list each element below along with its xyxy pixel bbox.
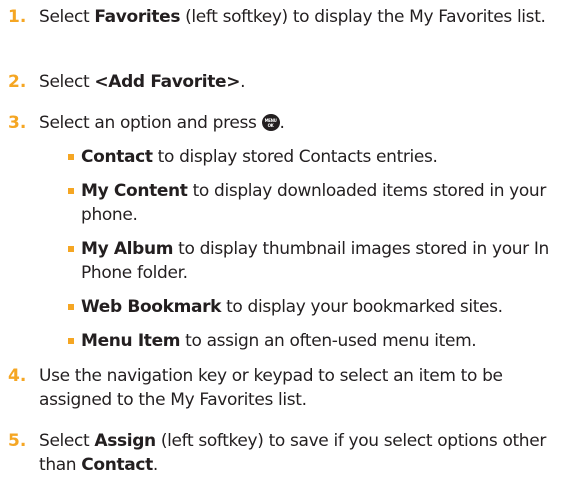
menu-ok-key-icon: MENU OK xyxy=(261,114,280,131)
option-text: Contact to display stored Contacts entri… xyxy=(81,147,438,167)
option-text: Menu Item to assign an often-used menu i… xyxy=(81,331,477,351)
step-text: Select Favorites (left softkey) to displ… xyxy=(39,7,546,27)
step-text: Select an option and press MENU OK. xyxy=(39,113,285,133)
step-number: 3. xyxy=(8,113,27,133)
bullet-marker xyxy=(68,304,74,310)
step-number: 5. xyxy=(8,431,27,451)
bullet-marker xyxy=(68,188,74,194)
step-text: Use the navigation key or keypad to sele… xyxy=(39,366,503,410)
softkey-favorites: Favorites xyxy=(94,7,181,27)
bullet-marker xyxy=(68,154,74,160)
step-number: 4. xyxy=(8,366,27,386)
option-text: Web Bookmark to display your bookmarked … xyxy=(81,297,503,317)
softkey-assign: Assign xyxy=(94,431,156,451)
step-number: 1. xyxy=(8,7,27,27)
step-text: Select Assign (left softkey) to save if … xyxy=(39,431,546,475)
option-text: My Content to display downloaded items s… xyxy=(81,181,546,225)
step-number: 2. xyxy=(8,72,27,92)
step-text: Select <Add Favorite>. xyxy=(39,72,246,92)
bullet-marker xyxy=(68,338,74,344)
instruction-page: 1. Select Favorites (left softkey) to di… xyxy=(0,0,573,488)
menu-add-favorite: <Add Favorite> xyxy=(94,72,241,92)
option-text: My Album to display thumbnail images sto… xyxy=(81,239,549,283)
bullet-marker xyxy=(68,246,74,252)
